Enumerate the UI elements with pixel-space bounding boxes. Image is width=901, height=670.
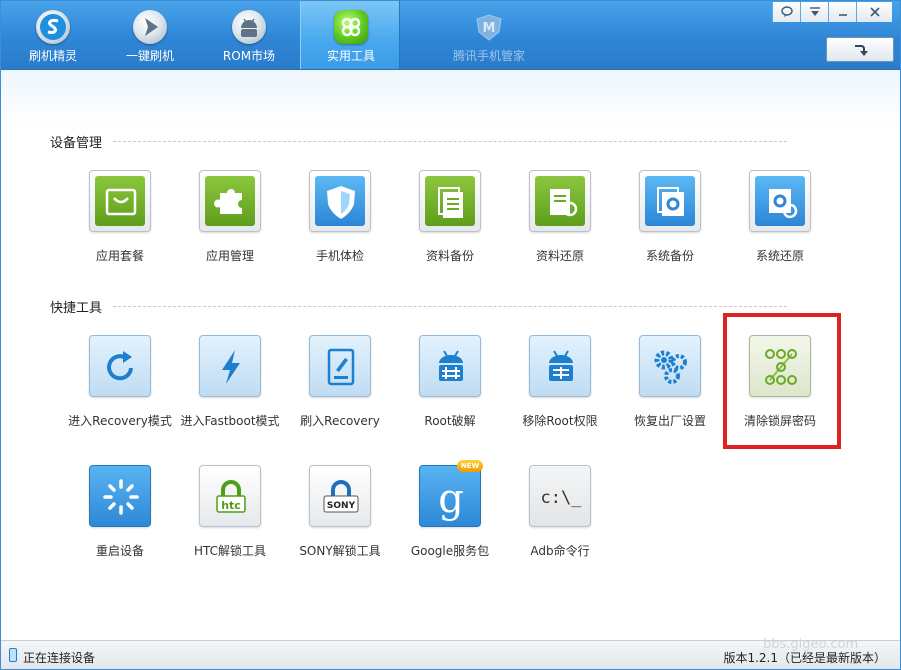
- tool-adb-command-line[interactable]: c:\_ Adb命令行: [505, 465, 615, 565]
- tool-sony-unlock[interactable]: SONY SONY解锁工具: [285, 465, 395, 565]
- tab-shuaji-jingling[interactable]: 刷机精灵: [5, 1, 101, 69]
- shopping-bag-icon: [89, 170, 151, 232]
- android-rom-icon: [232, 10, 266, 44]
- one-click-flash-icon: [133, 10, 167, 44]
- tab-tencent-manager[interactable]: M 腾讯手机管家: [441, 1, 537, 69]
- section-title-device-management: 设备管理: [50, 136, 103, 151]
- android-root-icon: [419, 335, 481, 397]
- svg-text:c:\_: c:\_: [541, 488, 583, 508]
- svg-text:M: M: [483, 21, 496, 36]
- tab-label: 一键刷机: [125, 49, 174, 63]
- document-restore-icon: [529, 170, 591, 232]
- tool-label: 系统还原: [755, 249, 804, 263]
- tool-enter-fastboot[interactable]: 进入Fastboot模式: [175, 335, 285, 435]
- tool-reboot-device[interactable]: 重启设备: [65, 465, 175, 565]
- tool-google-services[interactable]: g NEW Google服务包: [395, 460, 505, 565]
- svg-text:SONY: SONY: [327, 501, 356, 511]
- svg-text:g: g: [438, 476, 464, 522]
- minimize-icon[interactable]: [828, 2, 856, 22]
- refresh-button[interactable]: [826, 37, 894, 62]
- system-backup-icon: [639, 170, 701, 232]
- tab-label: 腾讯手机管家: [452, 49, 525, 63]
- htc-unlock-icon: htc: [199, 465, 261, 527]
- tencent-manager-icon: M: [472, 10, 506, 44]
- tool-flash-recovery[interactable]: 刷入Recovery: [285, 335, 395, 435]
- tab-utility-tools[interactable]: 实用工具: [300, 1, 400, 69]
- svg-text:htc: htc: [221, 499, 241, 512]
- new-badge: NEW: [457, 460, 483, 472]
- tablet-edit-icon: [309, 335, 371, 397]
- tool-system-backup[interactable]: 系统备份: [615, 170, 725, 270]
- tools-grid-icon: [334, 10, 368, 44]
- tab-label: ROM市场: [222, 49, 276, 63]
- tool-label: Adb命令行: [530, 544, 590, 558]
- watermark: bbs.gigeo.com: [763, 637, 859, 652]
- tool-phone-checkup[interactable]: 手机体检: [285, 170, 395, 270]
- arrow-down-right-icon: [855, 45, 868, 56]
- refresh-arrow-icon: [89, 335, 151, 397]
- tab-label: 刷机精灵: [28, 49, 77, 63]
- android-unroot-icon: [529, 335, 591, 397]
- tab-rom-market[interactable]: ROM市场: [201, 1, 297, 69]
- highlight-annotation-box: [723, 313, 841, 449]
- sony-unlock-icon: SONY: [309, 465, 371, 527]
- tool-enter-recovery[interactable]: 进入Recovery模式: [65, 335, 175, 435]
- section-divider: [113, 306, 787, 307]
- tool-app-manager[interactable]: 应用管理: [175, 170, 285, 270]
- top-navigation-bar: 刷机精灵 一键刷机 ROM市场 实用工具 M 腾讯手机管家: [1, 1, 900, 70]
- app-window: 刷机精灵 一键刷机 ROM市场 实用工具 M 腾讯手机管家 设备管理 应用套餐 …: [0, 0, 901, 670]
- section-title-quick-tools: 快捷工具: [50, 301, 103, 316]
- tool-data-restore[interactable]: 资料还原: [505, 170, 615, 270]
- tool-data-backup[interactable]: 资料备份: [395, 170, 505, 270]
- shuaji-logo-icon: [36, 10, 70, 44]
- tool-htc-unlock[interactable]: htc HTC解锁工具: [175, 465, 285, 565]
- phone-icon: [9, 648, 17, 662]
- document-backup-icon: [419, 170, 481, 232]
- loading-spinner-icon: [89, 465, 151, 527]
- tab-label: 实用工具: [326, 49, 375, 63]
- menu-icon[interactable]: [800, 2, 828, 22]
- puzzle-icon: [199, 170, 261, 232]
- lightning-icon: [199, 335, 261, 397]
- tool-root[interactable]: Root破解: [395, 335, 505, 435]
- gears-icon: [639, 335, 701, 397]
- tool-remove-root[interactable]: 移除Root权限: [505, 335, 615, 435]
- section-divider: [113, 141, 787, 142]
- tool-app-bundle[interactable]: 应用套餐: [65, 170, 175, 270]
- tool-system-restore[interactable]: 系统还原: [725, 170, 835, 270]
- close-icon[interactable]: [856, 2, 892, 22]
- connection-status: 正在连接设备: [23, 651, 96, 665]
- feedback-icon[interactable]: [772, 2, 800, 22]
- tab-one-click-flash[interactable]: 一键刷机: [102, 1, 198, 69]
- system-restore-icon: [749, 170, 811, 232]
- google-g-icon: g NEW: [419, 460, 483, 527]
- tool-factory-reset[interactable]: 恢复出厂设置: [615, 335, 725, 435]
- terminal-icon: c:\_: [529, 465, 591, 527]
- shield-icon: [309, 170, 371, 232]
